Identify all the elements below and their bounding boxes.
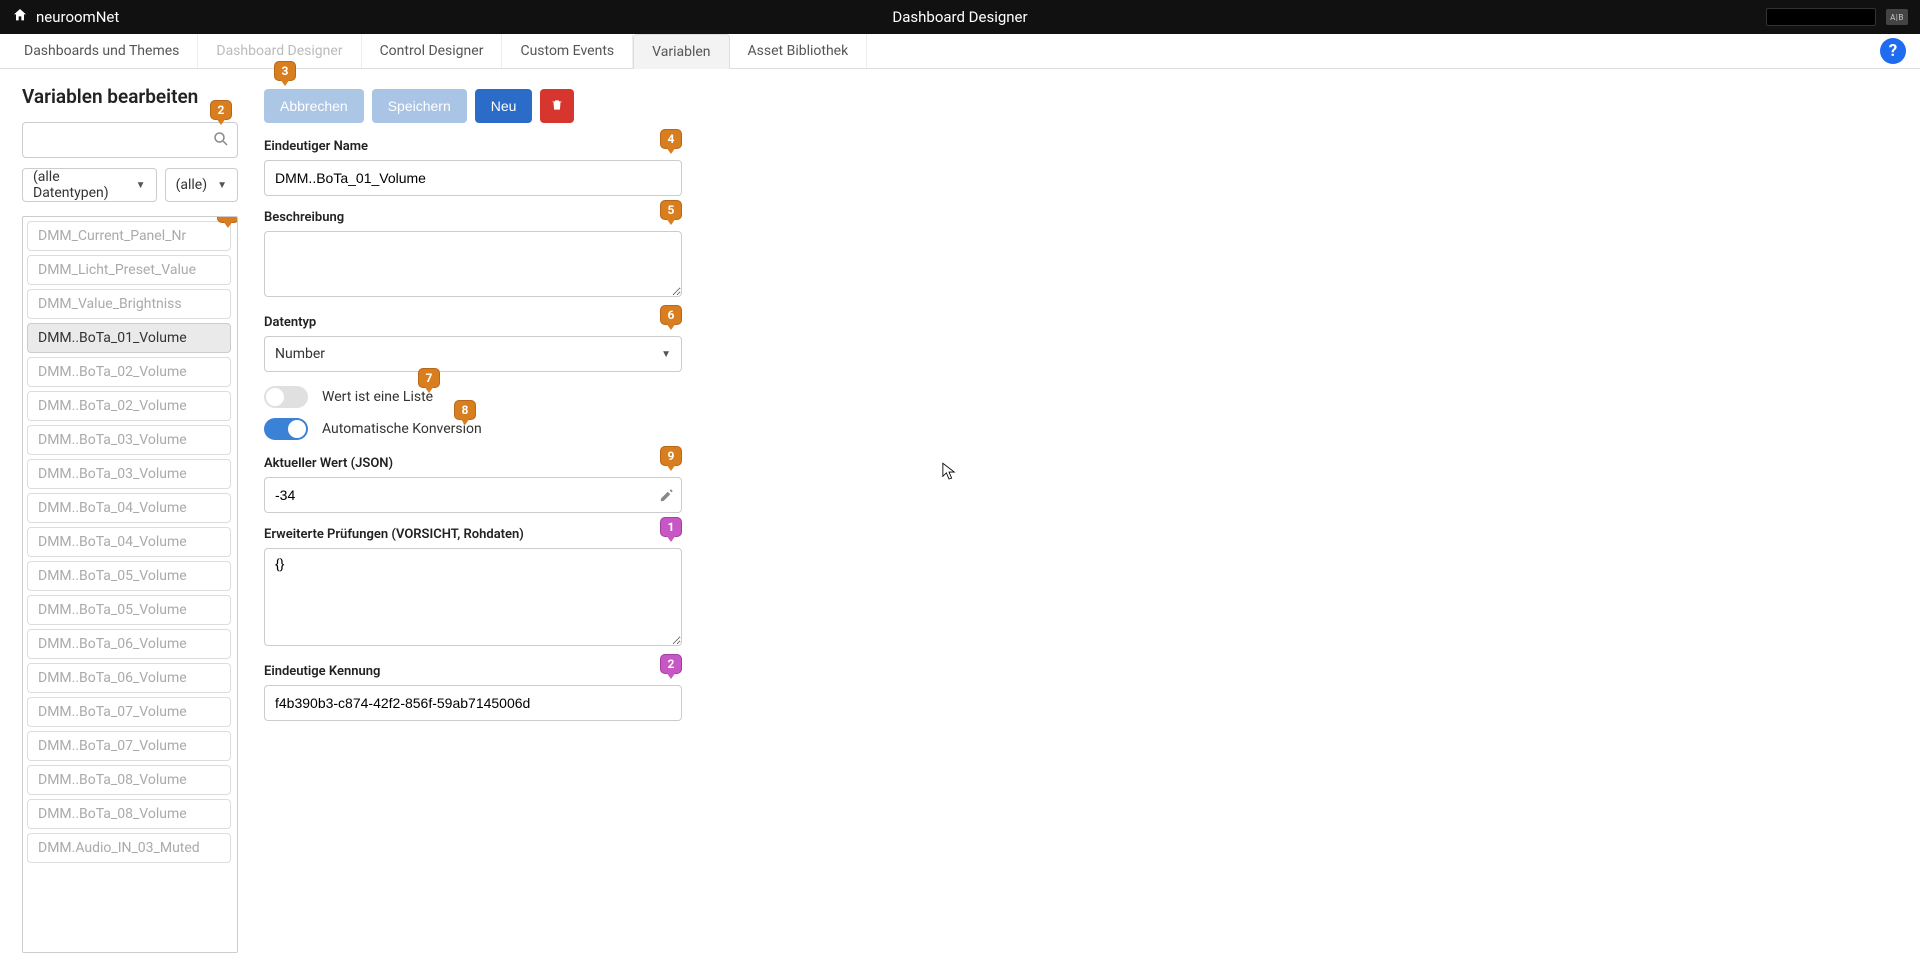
label-is-list: Wert ist eine Liste — [322, 389, 433, 405]
variable-item[interactable]: DMM..BoTa_06_Volume — [27, 629, 231, 659]
input-name[interactable] — [264, 160, 682, 196]
filter-all-label: (alle) — [176, 177, 208, 193]
annotation-p1: 1 — [660, 517, 682, 537]
toggle-is-list[interactable] — [264, 386, 308, 408]
delete-button[interactable] — [540, 89, 574, 123]
tab-custom-events[interactable]: Custom Events — [502, 34, 633, 68]
filter-datatype[interactable]: (alle Datentypen) ▼ — [22, 168, 157, 202]
input-desc[interactable] — [264, 231, 682, 297]
caret-down-icon: ▼ — [217, 180, 227, 191]
app-title: Dashboard Designer — [892, 8, 1027, 26]
label-uuid: Eindeutige Kennung — [264, 664, 682, 679]
label-name: Eindeutiger Name — [264, 139, 682, 154]
annotation-3: 3 — [274, 61, 296, 81]
brand[interactable]: neuroomNet — [12, 7, 119, 27]
input-uuid[interactable] — [264, 685, 682, 721]
label-cur-val: Aktueller Wert (JSON) — [264, 456, 682, 471]
variable-item[interactable]: DMM_Value_Brightniss — [27, 289, 231, 319]
variable-item[interactable]: DMM..BoTa_03_Volume — [27, 459, 231, 489]
variable-item[interactable]: DMM..BoTa_07_Volume — [27, 731, 231, 761]
button-row: 3 Abbrechen Speichern Neu — [264, 89, 682, 123]
filter-all[interactable]: (alle) ▼ — [165, 168, 238, 202]
annotation-4: 4 — [660, 129, 682, 149]
label-desc: Beschreibung — [264, 210, 682, 225]
help-button[interactable]: ? — [1880, 38, 1906, 64]
annotation-2: 2 — [210, 100, 232, 120]
select-dtype[interactable]: Number ▼ — [264, 336, 682, 372]
variable-item[interactable]: DMM..BoTa_05_Volume — [27, 561, 231, 591]
annotation-p2: 2 — [660, 654, 682, 674]
variable-item[interactable]: DMM_Licht_Preset_Value — [27, 255, 231, 285]
caret-down-icon: ▼ — [661, 349, 671, 360]
filter-datatype-label: (alle Datentypen) — [33, 169, 126, 201]
cancel-button[interactable]: Abbrechen — [264, 89, 364, 123]
select-dtype-value: Number — [275, 346, 325, 362]
edit-icon[interactable] — [659, 488, 674, 507]
field-dtype: 6 Datentyp Number ▼ — [264, 315, 682, 372]
variable-list[interactable]: DMM_Current_Panel_Nr DMM_Licht_Preset_Val… — [27, 221, 233, 948]
label-dtype: Datentyp — [264, 315, 682, 330]
variable-item[interactable]: DMM..BoTa_02_Volume — [27, 357, 231, 387]
variable-item[interactable]: DMM..BoTa_05_Volume — [27, 595, 231, 625]
sidebar: Variablen bearbeiten 2 (alle Datentypen)… — [0, 69, 252, 963]
label-auto-conv: Automatische Konversion — [322, 421, 482, 437]
variable-item[interactable]: DMM_Current_Panel_Nr — [27, 221, 231, 251]
variable-item[interactable]: DMM..BoTa_08_Volume — [27, 799, 231, 829]
field-uuid: 2 Eindeutige Kennung — [264, 664, 682, 721]
variable-list-wrap: 1 DMM_Current_Panel_Nr DMM_Licht_Preset_V… — [22, 216, 238, 953]
help-icon: ? — [1880, 38, 1906, 64]
tab-dashboards-themes[interactable]: Dashboards und Themes — [6, 34, 198, 68]
user-block[interactable] — [1766, 8, 1876, 26]
sidebar-heading: Variablen bearbeiten — [22, 85, 238, 108]
save-button[interactable]: Speichern — [372, 89, 467, 123]
tab-control-designer[interactable]: Control Designer — [362, 34, 503, 68]
variable-item[interactable]: DMM..BoTa_04_Volume — [27, 493, 231, 523]
variable-item[interactable]: DMM..BoTa_04_Volume — [27, 527, 231, 557]
variable-item[interactable]: DMM..BoTa_08_Volume — [27, 765, 231, 795]
search-input[interactable] — [22, 122, 238, 158]
field-name: 4 Eindeutiger Name — [264, 139, 682, 196]
annotation-1: 1 — [217, 216, 238, 223]
annotation-5: 5 — [660, 200, 682, 220]
field-ext-checks: 1 Erweiterte Prüfungen (VORSICHT, Rohdat… — [264, 527, 682, 650]
variable-item[interactable]: DMM..BoTa_03_Volume — [27, 425, 231, 455]
annotation-8: 8 — [454, 400, 476, 420]
variable-item[interactable]: DMM..BoTa_01_Volume — [27, 323, 231, 353]
search-wrap: 2 — [22, 122, 238, 158]
input-ext-checks[interactable]: {} — [264, 548, 682, 646]
editor: 3 Abbrechen Speichern Neu 4 Eindeutiger … — [252, 69, 1920, 963]
variable-item[interactable]: DMM.Audio_IN_03_Muted — [27, 833, 231, 863]
annotation-9: 9 — [660, 446, 682, 466]
home-icon — [12, 7, 28, 27]
tab-variablen[interactable]: Variablen — [633, 34, 729, 69]
input-cur-val[interactable] — [264, 477, 682, 513]
cursor-icon — [942, 462, 956, 482]
brand-text: neuroomNet — [36, 8, 119, 26]
field-cur-val: 9 Aktueller Wert (JSON) — [264, 456, 682, 513]
topbar: neuroomNet Dashboard Designer A|B — [0, 0, 1920, 34]
variable-item[interactable]: DMM..BoTa_07_Volume — [27, 697, 231, 727]
filter-row: (alle Datentypen) ▼ (alle) ▼ — [22, 168, 238, 202]
trash-icon — [550, 98, 564, 115]
toggle-row-autoconv: Automatische Konversion 8 — [264, 418, 682, 440]
variable-item[interactable]: DMM..BoTa_02_Volume — [27, 391, 231, 421]
caret-down-icon: ▼ — [136, 180, 146, 191]
annotation-7: 7 — [418, 368, 440, 388]
lang-switch[interactable]: A|B — [1886, 9, 1908, 25]
lang-label: A|B — [1890, 13, 1904, 22]
variable-item[interactable]: DMM..BoTa_06_Volume — [27, 663, 231, 693]
field-desc: 5 Beschreibung — [264, 210, 682, 301]
toggle-auto-conv[interactable] — [264, 418, 308, 440]
label-ext-checks: Erweiterte Prüfungen (VORSICHT, Rohdaten… — [264, 527, 682, 542]
tab-asset-bibliothek[interactable]: Asset Bibliothek — [730, 34, 868, 68]
annotation-6: 6 — [660, 305, 682, 325]
search-icon[interactable] — [212, 130, 230, 152]
content: Variablen bearbeiten 2 (alle Datentypen)… — [0, 69, 1920, 963]
new-button[interactable]: Neu — [475, 89, 533, 123]
